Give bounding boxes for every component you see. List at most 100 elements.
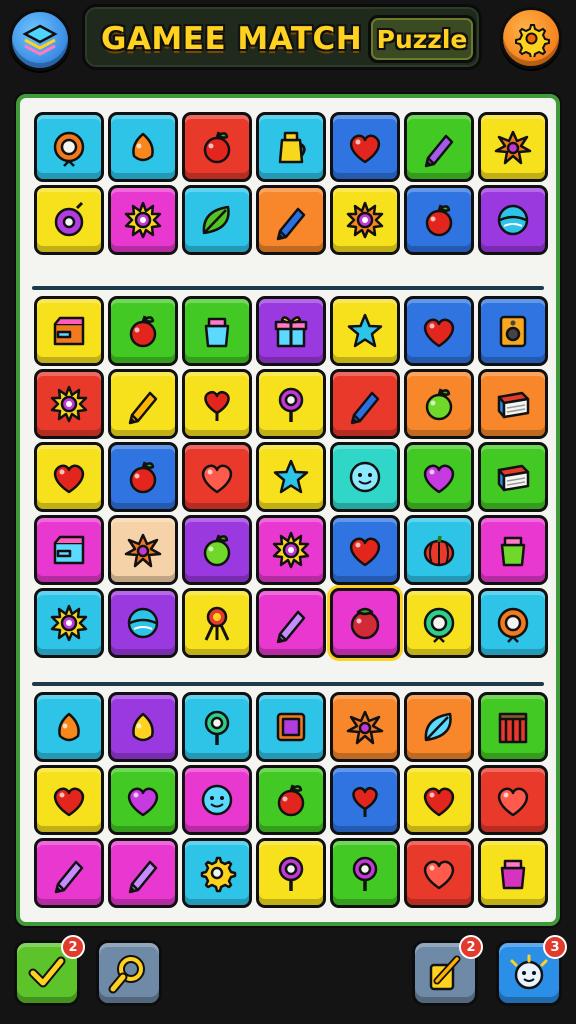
heart-icon (127, 787, 159, 817)
tile-s2-r5-c6[interactable] (404, 588, 474, 658)
tile-s2-r3-c3[interactable] (182, 442, 252, 512)
tile-s2-r5-c4[interactable] (256, 588, 326, 658)
tile-s2-r3-c5[interactable] (330, 442, 400, 512)
flower-gear-icon (53, 131, 85, 167)
check-button[interactable]: 2 (14, 935, 85, 1006)
tile-s3-r3-c3[interactable] (182, 838, 252, 908)
tile-s2-r5-c3[interactable] (182, 588, 252, 658)
tile-s1-r2-c4[interactable] (256, 185, 326, 255)
pumpkin-icon (423, 535, 455, 567)
apple-icon (129, 315, 157, 348)
tile-s2-r4-c4[interactable] (256, 515, 326, 585)
pencil-icon (128, 391, 158, 425)
splat-icon (494, 130, 532, 165)
tile-s2-r3-c6[interactable] (404, 442, 474, 512)
tile-s2-r2-c5[interactable] (330, 369, 400, 439)
tile-s3-r2-c3[interactable] (182, 765, 252, 835)
bomb-count-badge: 3 (543, 935, 567, 959)
tile-s3-r1-c7[interactable] (478, 692, 548, 762)
face-icon (349, 461, 381, 493)
tile-s2-r1-c4[interactable] (256, 296, 326, 366)
tile-s1-r1-c4[interactable] (256, 112, 326, 182)
face-icon (201, 784, 233, 816)
tile-s3-r2-c4[interactable] (256, 765, 326, 835)
tile-s3-r1-c3[interactable] (182, 692, 252, 762)
tile-s3-r3-c6[interactable] (404, 838, 474, 908)
menu-button[interactable] (9, 9, 71, 71)
tile-s2-r1-c2[interactable] (108, 296, 178, 366)
mode-badge: Puzzle (368, 15, 476, 63)
tile-s2-r5-c5[interactable] (330, 588, 400, 658)
lemon-icon (132, 132, 154, 162)
tile-s2-r3-c4[interactable] (256, 442, 326, 512)
flower-gear-icon (423, 607, 455, 643)
tile-s3-r3-c1[interactable] (34, 838, 104, 908)
tile-s1-r1-c1[interactable] (34, 112, 104, 182)
section-divider (32, 286, 544, 290)
tile-s1-r2-c3[interactable] (182, 185, 252, 255)
tile-s1-r2-c1[interactable] (34, 185, 104, 255)
tile-s3-r1-c5[interactable] (330, 692, 400, 762)
hint-button[interactable] (96, 940, 162, 1006)
tile-s2-r2-c2[interactable] (108, 369, 178, 439)
tile-s1-r1-c2[interactable] (108, 112, 178, 182)
tile-s3-r2-c6[interactable] (404, 765, 474, 835)
tile-s3-r2-c7[interactable] (478, 765, 548, 835)
bomb-button[interactable]: 3 (496, 935, 567, 1006)
tile-s2-r1-c1[interactable] (34, 296, 104, 366)
tile-s3-r2-c2[interactable] (108, 765, 178, 835)
sunburst-icon (124, 201, 162, 239)
apple-icon (277, 784, 305, 817)
tile-s3-r2-c5[interactable] (330, 765, 400, 835)
title-banner: GAMEE MATCH Puzzle (82, 4, 482, 70)
tile-s1-r1-c7[interactable] (478, 112, 548, 182)
tile-s2-r3-c2[interactable] (108, 442, 178, 512)
heart-icon (497, 787, 529, 817)
tile-s2-r4-c1[interactable] (34, 515, 104, 585)
tile-s1-r2-c6[interactable] (404, 185, 474, 255)
book-icon (497, 391, 530, 419)
tile-s1-r1-c6[interactable] (404, 112, 474, 182)
tile-s3-r3-c7[interactable] (478, 838, 548, 908)
speaker-icon (499, 315, 527, 348)
tile-s3-r3-c2[interactable] (108, 838, 178, 908)
tile-s2-r4-c3[interactable] (182, 515, 252, 585)
tile-s3-r3-c5[interactable] (330, 838, 400, 908)
tile-s2-r4-c2[interactable] (108, 515, 178, 585)
tile-s2-r2-c4[interactable] (256, 369, 326, 439)
tile-s2-r2-c1[interactable] (34, 369, 104, 439)
tile-s2-r2-c7[interactable] (478, 369, 548, 439)
tile-s1-r2-c5[interactable] (330, 185, 400, 255)
crate-icon (498, 712, 528, 744)
apple-icon (203, 131, 231, 164)
settings-button[interactable] (500, 7, 562, 69)
shuffle-button[interactable]: 2 (412, 935, 483, 1006)
tile-s2-r1-c3[interactable] (182, 296, 252, 366)
tile-s1-r2-c7[interactable] (478, 185, 548, 255)
tile-s3-r1-c1[interactable] (34, 692, 104, 762)
tile-s1-r2-c2[interactable] (108, 185, 178, 255)
magnifier-icon (108, 955, 145, 994)
tile-s2-r1-c5[interactable] (330, 296, 400, 366)
tile-s3-r1-c4[interactable] (256, 692, 326, 762)
tile-s1-r1-c3[interactable] (182, 112, 252, 182)
tile-s1-r1-c5[interactable] (330, 112, 400, 182)
tile-s3-r1-c6[interactable] (404, 692, 474, 762)
tile-s2-r4-c6[interactable] (404, 515, 474, 585)
tile-s3-r2-c1[interactable] (34, 765, 104, 835)
section-divider (32, 682, 544, 686)
tile-s2-r2-c3[interactable] (182, 369, 252, 439)
tile-s2-r4-c7[interactable] (478, 515, 548, 585)
tile-s3-r3-c4[interactable] (256, 838, 326, 908)
board-section-top (34, 112, 548, 255)
tile-s2-r5-c1[interactable] (34, 588, 104, 658)
tile-s2-r1-c7[interactable] (478, 296, 548, 366)
tile-s2-r3-c1[interactable] (34, 442, 104, 512)
tile-s2-r3-c7[interactable] (478, 442, 548, 512)
tile-s2-r4-c5[interactable] (330, 515, 400, 585)
tile-s2-r1-c6[interactable] (404, 296, 474, 366)
tile-s2-r5-c7[interactable] (478, 588, 548, 658)
tile-s2-r2-c6[interactable] (404, 369, 474, 439)
tile-s3-r1-c2[interactable] (108, 692, 178, 762)
tile-s2-r5-c2[interactable] (108, 588, 178, 658)
